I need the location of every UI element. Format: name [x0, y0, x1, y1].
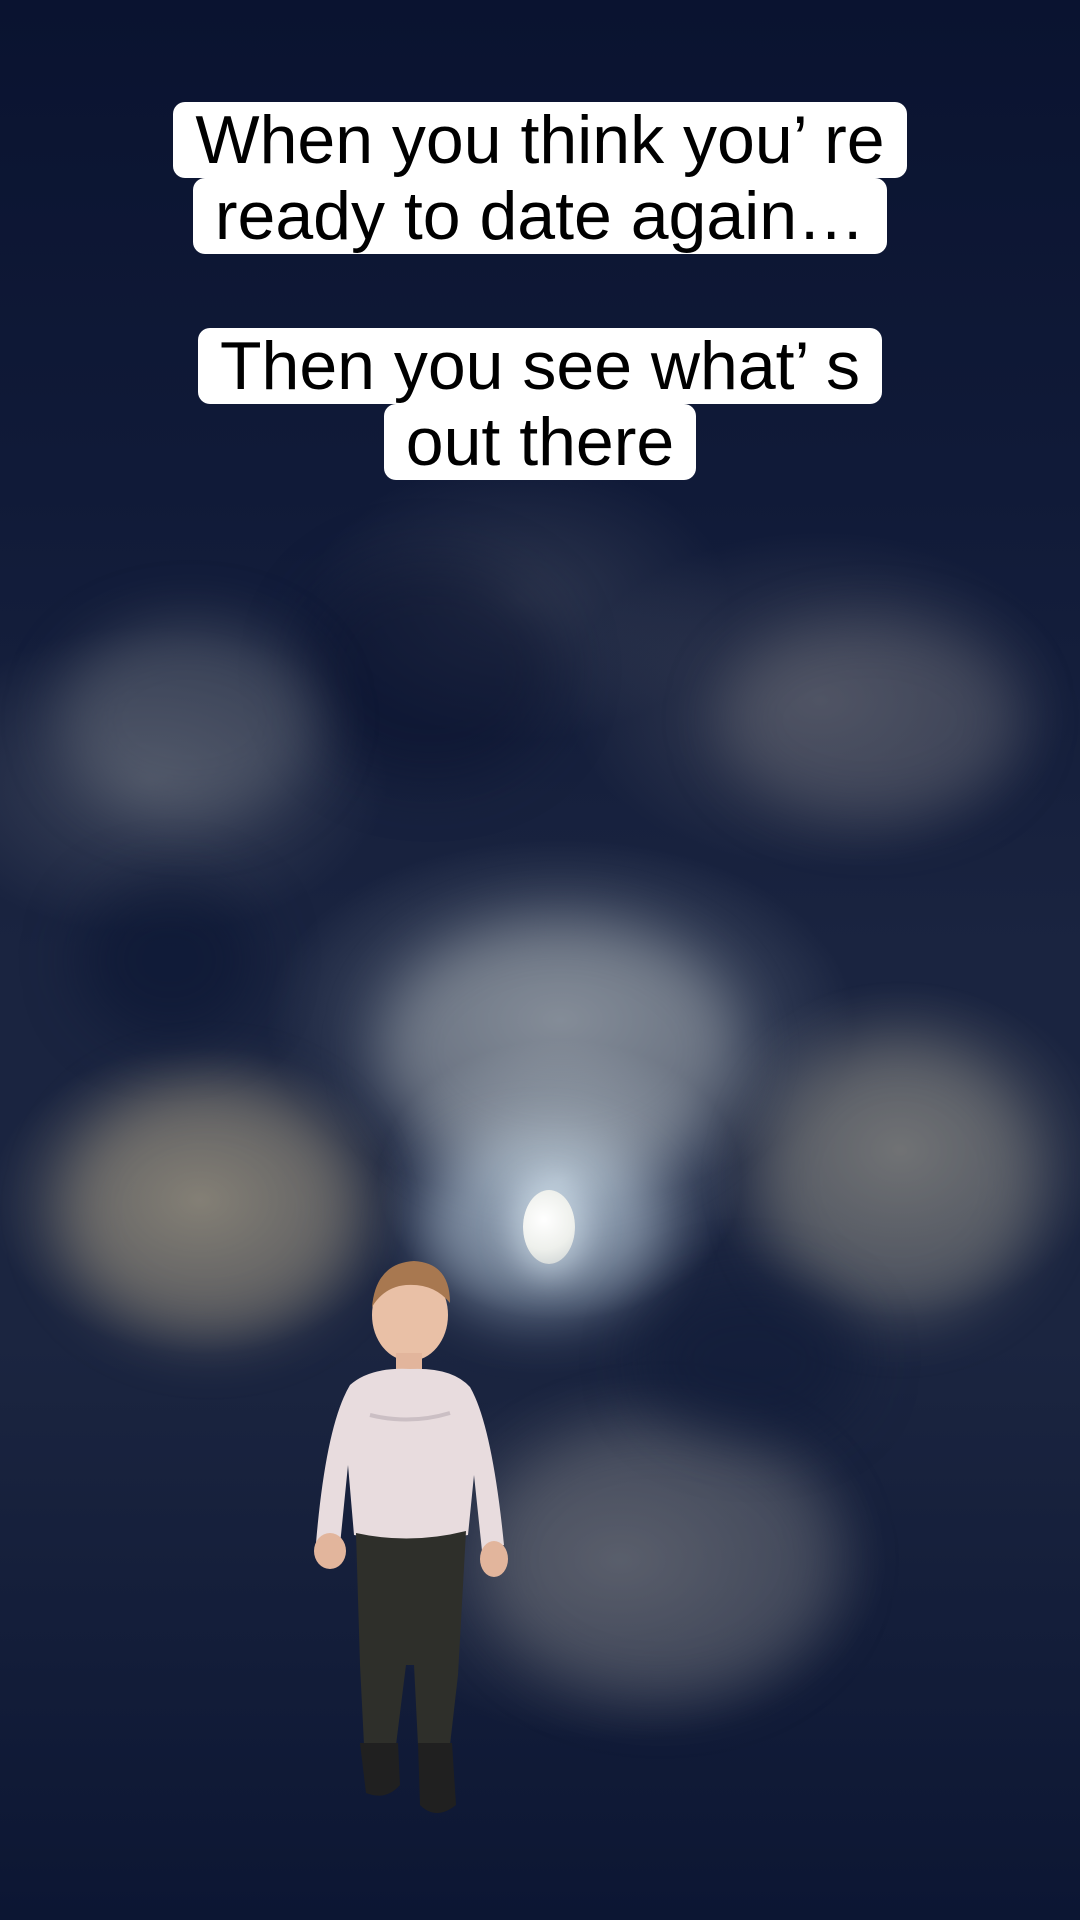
- cloud: [80, 880, 260, 1040]
- moon: [523, 1190, 575, 1264]
- cloud: [300, 560, 560, 780]
- caption-bottom-line-2: out there: [383, 404, 697, 480]
- cloud: [60, 620, 320, 820]
- cloud: [480, 1420, 840, 1700]
- caption-bottom: Then you see what’ s out there: [0, 328, 1080, 480]
- walking-boy: [314, 1261, 508, 1813]
- cloud: [640, 1280, 860, 1440]
- meme-image: When you think you’ re ready to date aga…: [0, 0, 1080, 1920]
- cloud: [720, 620, 1020, 820]
- caption-bottom-line-1: Then you see what’ s: [197, 328, 883, 404]
- cloud: [760, 1040, 1040, 1320]
- caption-top: When you think you’ re ready to date aga…: [0, 102, 1080, 254]
- caption-top-line-2: ready to date again…: [192, 178, 888, 254]
- caption-top-line-1: When you think you’ re: [173, 102, 907, 178]
